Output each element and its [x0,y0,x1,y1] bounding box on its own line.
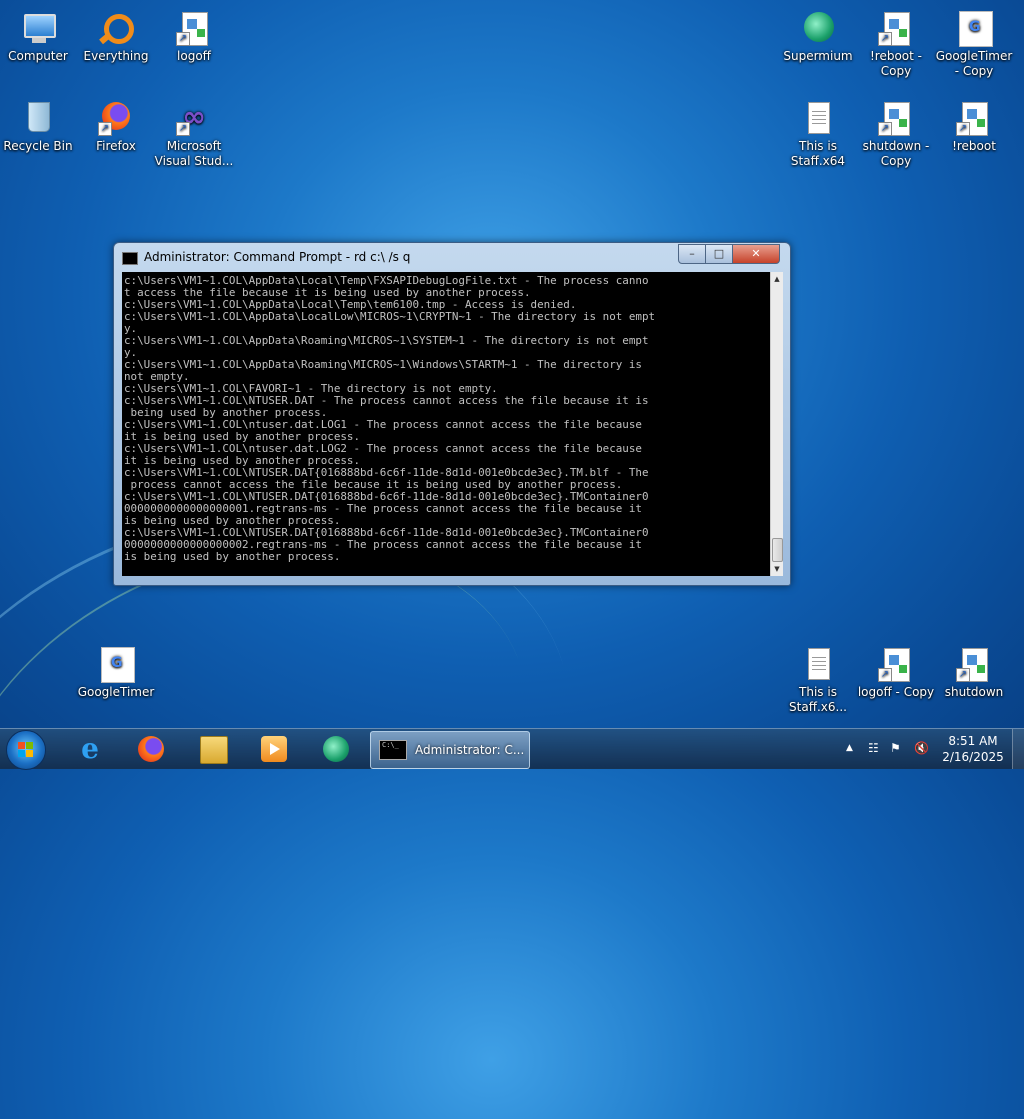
supermium-icon [323,736,349,762]
desktop-icon-label: GoogleTimer - Copy [935,49,1013,78]
shortcut-icon: ↗ [878,10,914,46]
googletimer-icon: G [98,646,135,683]
desktop-icon-supermium[interactable]: Supermium [778,8,858,64]
text-file-icon [800,646,836,682]
internet-explorer-icon: e [81,732,99,765]
clock-date: 2/16/2025 [942,750,1004,764]
firefox-icon: ↗ [98,100,134,136]
window-titlebar[interactable]: Administrator: Command Prompt - rd c:\ /… [114,243,790,271]
desktop-icon-label: logoff - Copy [857,685,935,699]
clock-time: 8:51 AM [948,734,998,748]
desktop-icon-label: shutdown [944,685,1004,699]
windows-logo-icon [18,742,34,758]
vertical-scrollbar[interactable]: ▲ ▼ [770,272,783,576]
maximize-button[interactable]: □ [705,244,733,264]
close-button[interactable]: ✕ [732,244,780,264]
shortcut-icon: ↗ [878,100,914,136]
desktop-icon-staff-x64-2[interactable]: This is Staff.x6... [778,644,858,715]
desktop-icon-logoff-copy[interactable]: ↗ logoff - Copy [856,644,936,700]
shortcut-icon: ↗ [176,10,212,46]
file-explorer-icon [200,736,228,764]
media-player-icon [261,736,287,762]
console-output-area[interactable]: c:\Users\VM1~1.COL\AppData\Local\Temp\FX… [122,272,770,576]
firefox-icon [138,736,164,762]
visual-studio-icon: ∞ ↗ [176,100,212,136]
desktop-icon-label: !reboot - Copy [869,49,922,78]
desktop-icon-label: Computer [8,49,68,63]
desktop-icon-computer[interactable]: Computer [0,8,78,64]
scroll-up-arrow-icon[interactable]: ▲ [771,272,783,286]
supermium-icon [800,10,836,46]
recycle-bin-icon [20,100,56,136]
network-icon[interactable]: ☷ [868,741,879,755]
desktop-icon-googletimer[interactable]: G GoogleTimer [76,644,156,700]
text-file-icon [800,100,836,136]
desktop-icon-label: logoff [177,49,211,63]
window-title: Administrator: Command Prompt - rd c:\ /… [144,250,411,264]
shortcut-icon: ↗ [956,100,992,136]
desktop-icon-staff-x64[interactable]: This is Staff.x64 [778,98,858,169]
desktop-icon-label: Microsoft Visual Stud... [154,139,234,168]
scroll-down-arrow-icon[interactable]: ▼ [771,562,783,576]
start-button[interactable] [6,730,46,770]
taskbar-command-prompt[interactable]: C:\_ Administrator: C... [370,731,530,769]
desktop-icon-label: GoogleTimer [77,685,155,699]
everything-icon [98,10,134,46]
taskbar-internet-explorer[interactable]: e [64,731,116,767]
desktop-icon-label: !reboot [952,139,996,153]
desktop-icon-firefox[interactable]: ↗ Firefox [76,98,156,154]
taskbar-file-explorer[interactable] [187,731,239,767]
command-prompt-icon[interactable] [122,252,138,265]
taskbar: e C:\_ Administrator: C... ▲ ☷ ⚑ 🔇 8:51 … [0,728,1024,770]
action-center-flag-icon[interactable]: ⚑ [890,741,901,755]
scrollbar-thumb[interactable] [772,538,783,562]
desktop-icon-logoff[interactable]: ↗ logoff [154,8,234,64]
command-prompt-icon: C:\_ [379,740,407,760]
taskbar-media-player[interactable] [248,731,300,767]
desktop-icon-shutdown-copy[interactable]: ↗ shutdown - Copy [856,98,936,169]
taskbar-firefox[interactable] [125,731,177,767]
desktop-icon-visual-studio[interactable]: ∞ ↗ Microsoft Visual Stud... [154,98,234,169]
desktop-icon-label: Everything [83,49,149,63]
desktop-icon-shutdown[interactable]: ↗ shutdown [934,644,1014,700]
console-output-text: c:\Users\VM1~1.COL\AppData\Local\Temp\FX… [124,274,656,563]
desktop-icon-label: Firefox [96,139,136,153]
desktop-icon-label: Recycle Bin [3,139,73,153]
show-desktop-button[interactable] [1012,729,1024,769]
desktop-icon-everything[interactable]: Everything [76,8,156,64]
desktop-icon-label: This is Staff.x64 [790,139,846,168]
desktop-icon-label: This is Staff.x6... [789,685,847,714]
desktop-icon-reboot-copy[interactable]: ↗ !reboot - Copy [856,8,936,79]
shortcut-icon: ↗ [878,646,914,682]
minimize-button[interactable]: – [678,244,706,264]
computer-icon [20,10,56,46]
googletimer-icon: G [956,10,993,47]
taskbar-task-label: Administrator: C... [415,743,525,757]
show-hidden-icons-arrow-icon[interactable]: ▲ [846,743,853,753]
taskbar-clock[interactable]: 8:51 AM 2/16/2025 [938,733,1008,765]
volume-muted-icon[interactable]: 🔇 [914,741,929,755]
command-prompt-window[interactable]: Administrator: Command Prompt - rd c:\ /… [113,242,791,586]
taskbar-supermium[interactable] [310,731,362,767]
desktop-icon-label: shutdown - Copy [862,139,930,168]
desktop-icon-recycle-bin[interactable]: Recycle Bin [0,98,78,154]
desktop-icon-reboot[interactable]: ↗ !reboot [934,98,1014,154]
desktop-icon-googletimer-copy[interactable]: G GoogleTimer - Copy [934,8,1014,79]
desktop-icon-label: Supermium [783,49,853,63]
shortcut-icon: ↗ [956,646,992,682]
